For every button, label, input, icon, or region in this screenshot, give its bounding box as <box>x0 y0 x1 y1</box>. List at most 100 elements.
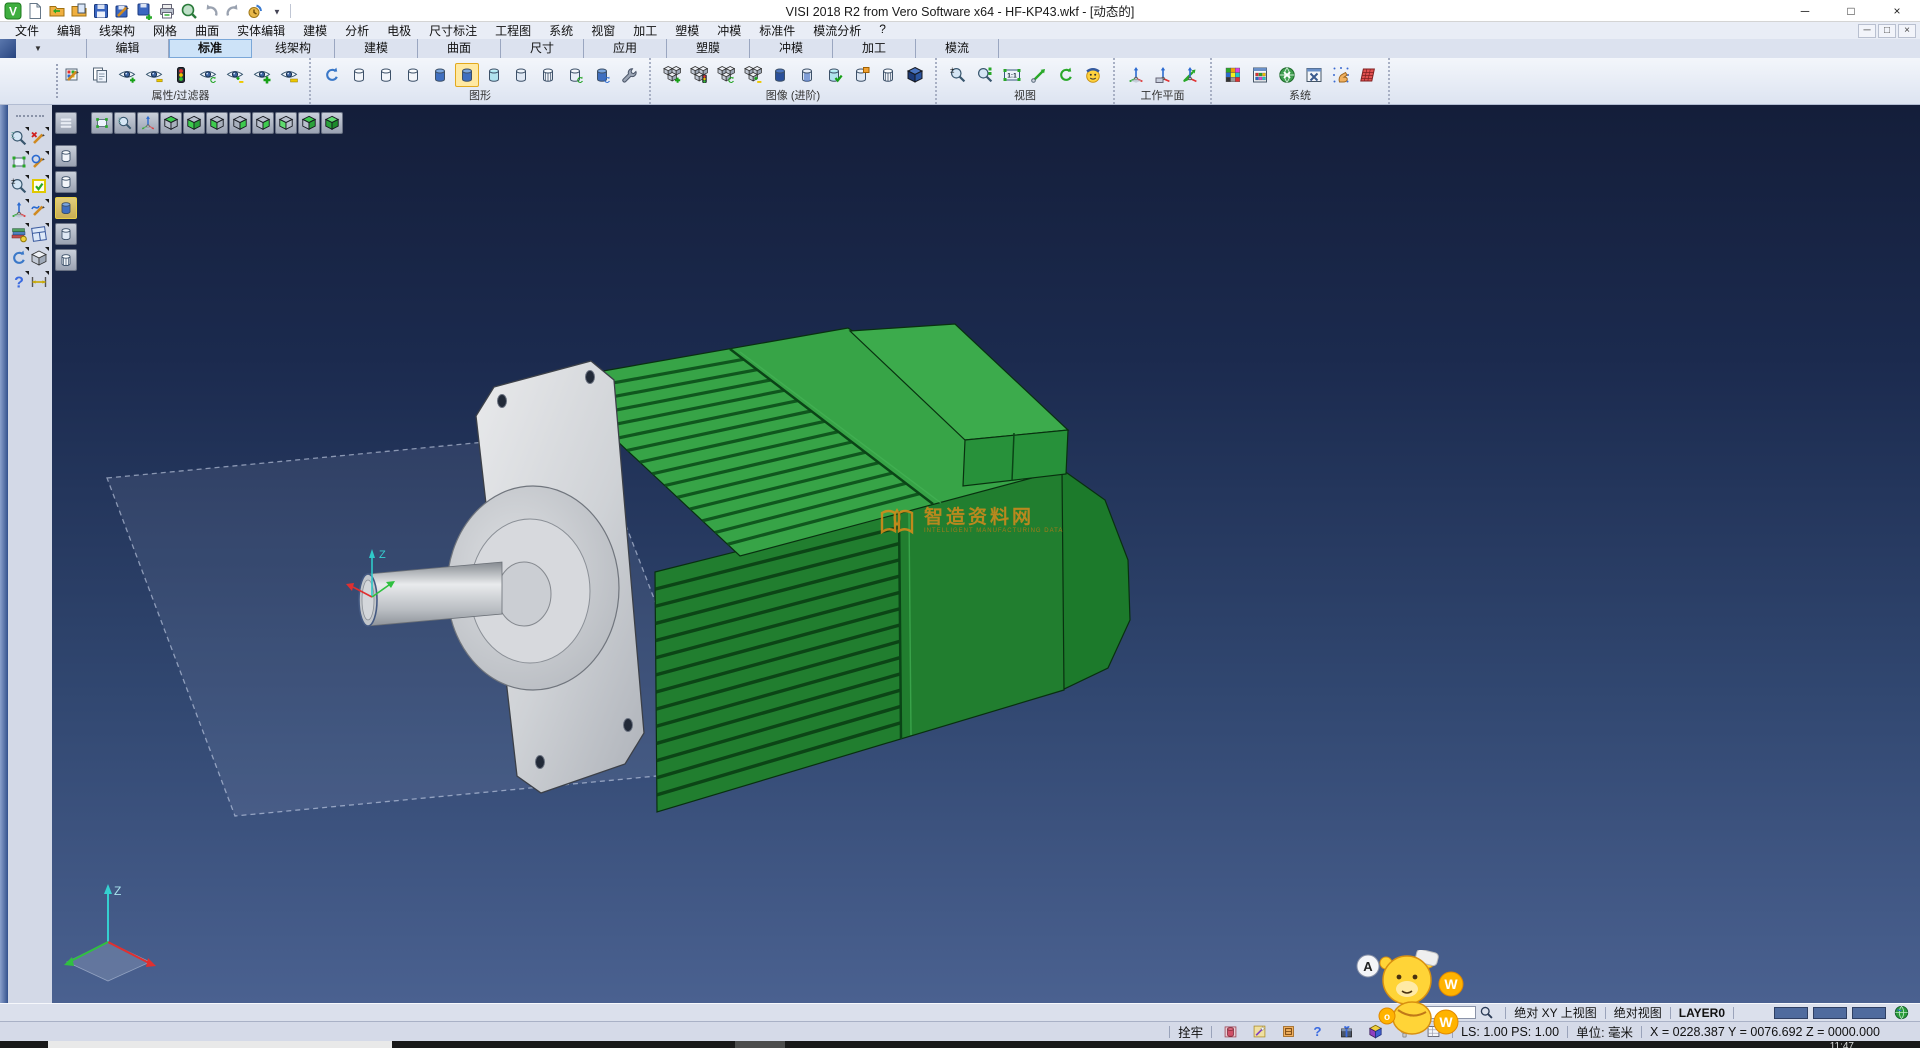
validate-icon[interactable] <box>29 174 49 198</box>
tab-塑膜[interactable]: 塑膜 <box>667 39 750 58</box>
solids-plus-icon[interactable] <box>660 63 684 87</box>
refresh-view-icon[interactable] <box>1054 63 1078 87</box>
undo-icon[interactable] <box>202 2 220 20</box>
tab-建模[interactable]: 建模 <box>335 39 418 58</box>
cylinder-striped-icon[interactable] <box>795 63 819 87</box>
new-doc-icon[interactable] <box>26 2 44 20</box>
os-taskbar[interactable]: 11:47 <box>0 1041 1920 1048</box>
refresh-blue-icon[interactable] <box>9 246 29 270</box>
bulb-icon[interactable] <box>1397 1024 1412 1039</box>
menu-item-?[interactable]: ? <box>870 22 895 39</box>
arrow-ne-icon[interactable] <box>1027 63 1051 87</box>
cylinder-transparent-icon[interactable] <box>482 63 506 87</box>
cylinder-wire-hidden-icon[interactable] <box>55 171 77 193</box>
eye-plus-icon[interactable] <box>115 63 139 87</box>
tab-尺寸[interactable]: 尺寸 <box>501 39 584 58</box>
smiley-icon[interactable] <box>1081 63 1105 87</box>
tab-线架构[interactable]: 线架构 <box>252 39 335 58</box>
menu-item-实体编辑[interactable]: 实体编辑 <box>228 22 294 39</box>
ribbon-grabber[interactable] <box>56 64 59 98</box>
zoom-view-icon[interactable] <box>9 126 29 150</box>
dock-grip[interactable] <box>0 105 8 1003</box>
workplane-align-icon[interactable] <box>1178 63 1202 87</box>
cube-back-icon[interactable] <box>229 112 251 134</box>
cylinder-wire-icon[interactable] <box>55 145 77 167</box>
close-button[interactable]: × <box>1874 0 1920 21</box>
color-table-icon[interactable] <box>1221 63 1245 87</box>
cylinder-shaded-icon[interactable] <box>55 197 77 219</box>
doc-minimize-button[interactable]: ─ <box>1858 24 1876 38</box>
menu-item-网格[interactable]: 网格 <box>144 22 186 39</box>
tab-曲面[interactable]: 曲面 <box>418 39 501 58</box>
cylinder-refresh-icon[interactable] <box>563 63 587 87</box>
zoom-view-icon[interactable] <box>114 112 136 134</box>
window-grid-icon[interactable] <box>1426 1024 1441 1039</box>
print-preview-icon[interactable] <box>180 2 198 20</box>
menu-item-加工[interactable]: 加工 <box>624 22 666 39</box>
cube-right-icon[interactable] <box>252 112 274 134</box>
tab-加工[interactable]: 加工 <box>833 39 916 58</box>
menu-item-模流分析[interactable]: 模流分析 <box>804 22 870 39</box>
workplane-entity-icon[interactable] <box>1151 63 1175 87</box>
axis-origin-icon[interactable] <box>137 112 159 134</box>
visi-logo-icon[interactable]: V <box>4 2 22 20</box>
solids-refresh-icon[interactable] <box>714 63 738 87</box>
palette-filter-icon[interactable] <box>61 63 85 87</box>
window-settings-icon[interactable] <box>1302 63 1326 87</box>
lock-toggle[interactable]: 拴牢 <box>1178 1022 1203 1041</box>
cylinder-shaded-icon[interactable] <box>428 63 452 87</box>
sketch-delete-icon[interactable] <box>29 126 49 150</box>
open-folder-icon[interactable] <box>48 2 66 20</box>
eye-minus-icon[interactable] <box>142 63 166 87</box>
zoom-plusminus-icon[interactable]: ± <box>9 174 29 198</box>
cylinder-ghost-icon[interactable] <box>509 63 533 87</box>
tab-标准[interactable]: 标准 <box>169 39 252 58</box>
menu-item-尺寸标注[interactable]: 尺寸标注 <box>420 22 486 39</box>
view-reference-indicator[interactable]: 绝对视图 <box>1614 1004 1662 1021</box>
menu-item-标准件[interactable]: 标准件 <box>750 22 804 39</box>
refresh-graphics-icon[interactable] <box>320 63 344 87</box>
grid-settings-icon[interactable] <box>1356 63 1380 87</box>
taskbar-item-2[interactable] <box>735 1041 785 1048</box>
menu-item-塑模[interactable]: 塑模 <box>666 22 708 39</box>
viewport-3d[interactable]: Z Z <box>52 105 1920 1003</box>
history-icon[interactable] <box>246 2 264 20</box>
zoom-plusminus-icon[interactable]: ± <box>946 63 970 87</box>
menu-item-文件[interactable]: 文件 <box>6 22 48 39</box>
doc-restore-button[interactable]: □ <box>1878 24 1896 38</box>
cube-left-icon[interactable] <box>275 112 297 134</box>
save-as-icon[interactable] <box>114 2 132 20</box>
tab-冲模[interactable]: 冲模 <box>750 39 833 58</box>
menu-item-冲模[interactable]: 冲模 <box>708 22 750 39</box>
menu-item-线架构[interactable]: 线架构 <box>90 22 144 39</box>
stamp-orange-icon[interactable] <box>1281 1024 1296 1039</box>
eye-add-all-icon[interactable] <box>250 63 274 87</box>
menu-item-视窗[interactable]: 视窗 <box>582 22 624 39</box>
sketch-edit-icon[interactable] <box>29 150 49 174</box>
workplane-axes-icon[interactable] <box>1124 63 1148 87</box>
select-frame-icon[interactable] <box>91 112 113 134</box>
cylinder-hatched-icon[interactable] <box>536 63 560 87</box>
cylinder-navy-icon[interactable] <box>768 63 792 87</box>
zoom-fit-icon[interactable] <box>973 63 997 87</box>
zoom-1-1-icon[interactable]: 1:1 <box>1000 63 1024 87</box>
cylinder-hatch-adv-icon[interactable] <box>876 63 900 87</box>
cube-iso-icon[interactable] <box>321 112 343 134</box>
question-blue-icon[interactable]: ? <box>1310 1024 1325 1039</box>
cube-top-icon[interactable] <box>160 112 182 134</box>
cube-bottom-icon[interactable] <box>183 112 205 134</box>
attributes-icon[interactable] <box>9 222 29 246</box>
color-swatch-3[interactable] <box>1852 1007 1886 1019</box>
cylinder-update-icon[interactable] <box>590 63 614 87</box>
menu-item-系统[interactable]: 系统 <box>540 22 582 39</box>
tab-编辑[interactable]: 编辑 <box>86 39 169 58</box>
window-palette-icon[interactable] <box>1248 63 1272 87</box>
render-settings-icon[interactable] <box>617 63 641 87</box>
help-icon[interactable]: ? <box>9 270 29 294</box>
cube-navy-icon[interactable] <box>903 63 927 87</box>
dropdown-icon[interactable]: ▼ <box>268 2 286 20</box>
menu-item-建模[interactable]: 建模 <box>294 22 336 39</box>
cube-axon-icon[interactable] <box>298 112 320 134</box>
eye-remove-all-icon[interactable] <box>277 63 301 87</box>
active-layer-indicator[interactable]: LAYER0 <box>1679 1006 1725 1020</box>
